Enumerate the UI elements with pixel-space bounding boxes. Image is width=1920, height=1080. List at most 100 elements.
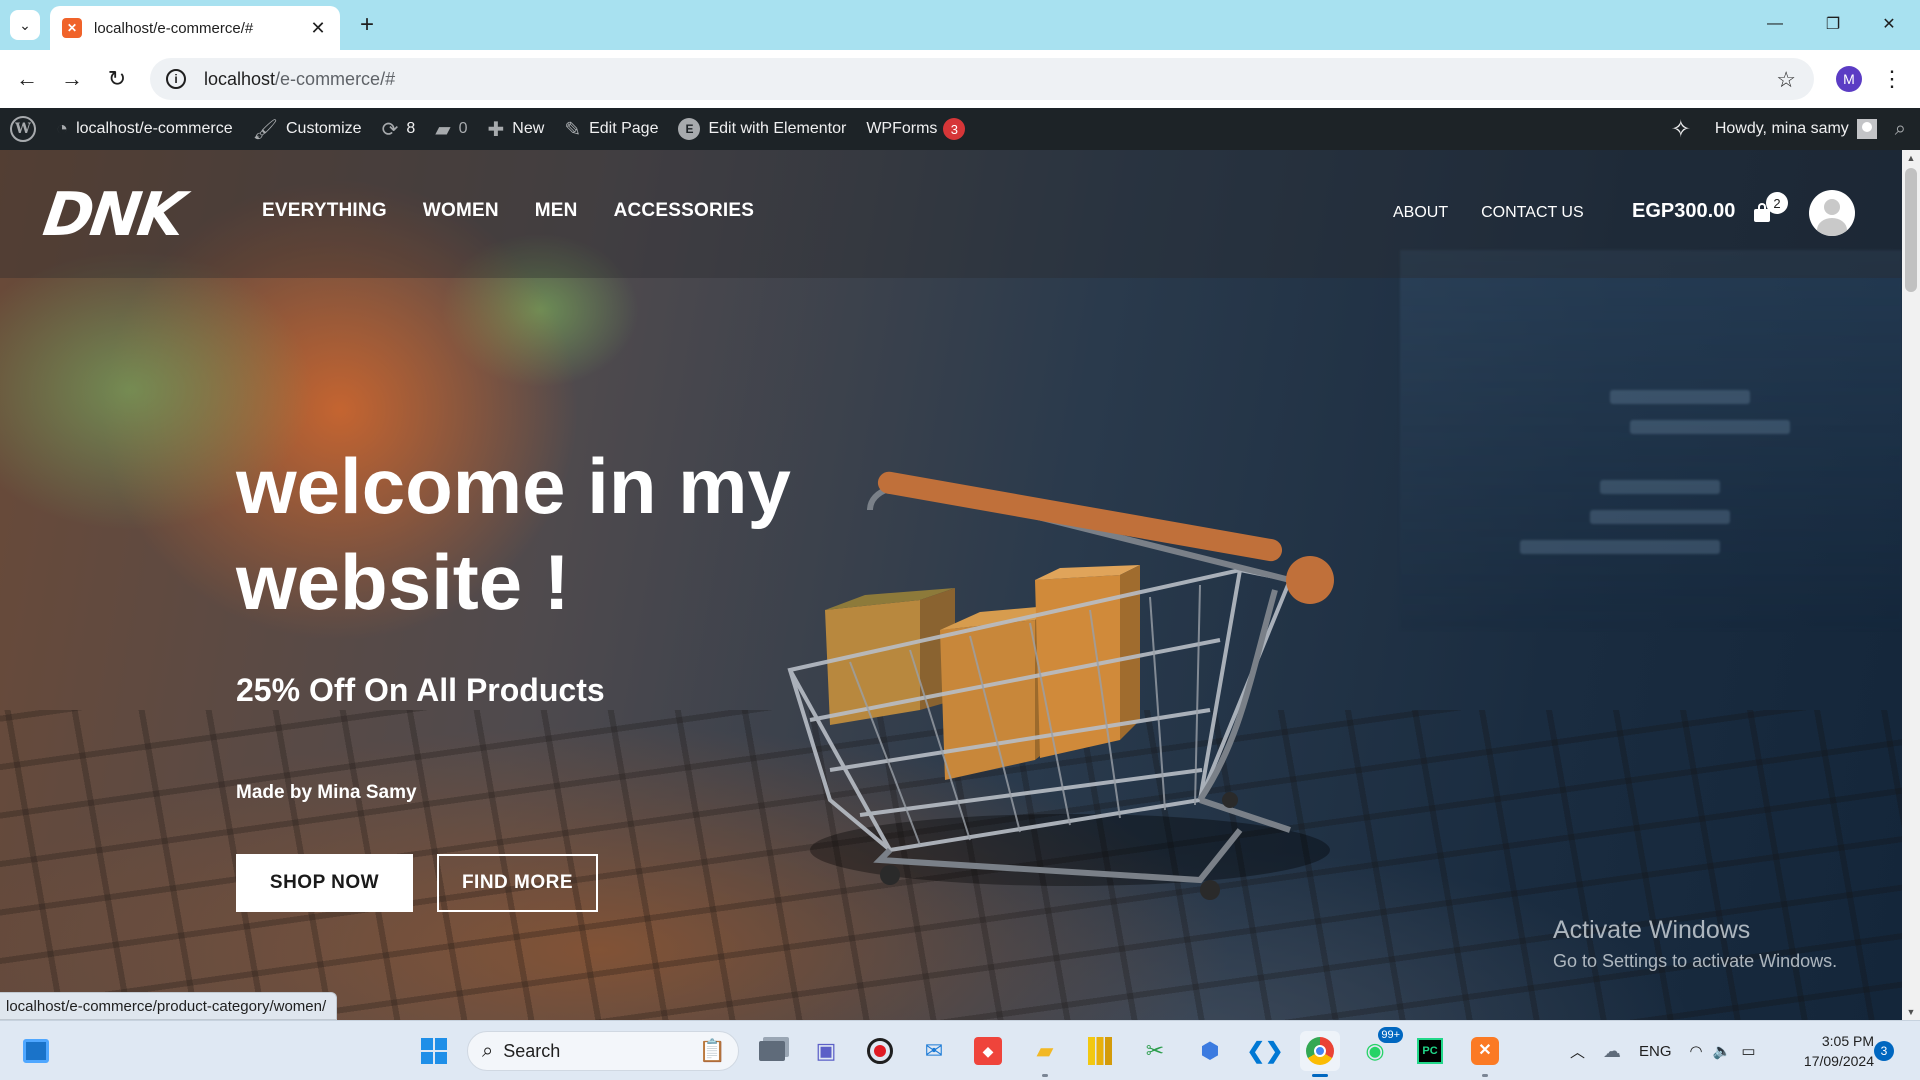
restore-button[interactable]: ❐ bbox=[1810, 8, 1856, 40]
nav-contact-us[interactable]: CONTACT US bbox=[1481, 204, 1584, 222]
url-path: /e-commerce/# bbox=[275, 68, 396, 89]
edit-page-link[interactable]: ✎ Edit Page bbox=[554, 108, 668, 150]
ai-sparkle-icon[interactable]: ✧ bbox=[1671, 115, 1691, 144]
user-account-avatar[interactable] bbox=[1809, 190, 1855, 236]
tab-close-icon[interactable]: ✕ bbox=[308, 18, 328, 39]
snipping-tool-icon[interactable]: ✂ bbox=[1135, 1031, 1175, 1071]
nav-women[interactable]: WOMEN bbox=[423, 200, 499, 222]
mail-icon[interactable]: ✉ bbox=[914, 1031, 954, 1071]
wpforms-badge: 3 bbox=[943, 118, 966, 140]
secondary-navigation: ABOUT CONTACT US bbox=[1393, 204, 1617, 222]
wpforms-label: WPForms bbox=[866, 120, 938, 137]
hero-title: welcome in my website ! bbox=[236, 442, 791, 626]
close-window-button[interactable]: ✕ bbox=[1866, 8, 1912, 40]
howdy-label[interactable]: Howdy, mina samy bbox=[1715, 120, 1849, 138]
chrome-icon[interactable] bbox=[1300, 1031, 1340, 1077]
onedrive-cloud-icon[interactable]: ☁ bbox=[1603, 1041, 1621, 1062]
wp-admin-bar: W ◔ localhost/e-commerce 🖌 Customize ⟳ 8… bbox=[0, 108, 1920, 150]
forward-arrow-icon[interactable]: → bbox=[55, 62, 89, 96]
volume-icon[interactable]: 🔈 bbox=[1713, 1042, 1732, 1060]
nav-everything[interactable]: EVERYTHING bbox=[262, 200, 387, 222]
site-info-icon[interactable]: i bbox=[166, 69, 186, 89]
cart-count-badge: 2 bbox=[1766, 192, 1788, 214]
scroll-up-arrow-icon[interactable]: ▲ bbox=[1902, 150, 1920, 166]
taskbar-search[interactable]: ⌕ Search 📋 bbox=[467, 1031, 739, 1071]
nav-about[interactable]: ABOUT bbox=[1393, 204, 1448, 222]
dashboard-gauge-icon: ◔ bbox=[56, 117, 69, 140]
minimize-button[interactable]: — bbox=[1752, 8, 1798, 40]
admin-avatar[interactable] bbox=[1856, 119, 1877, 139]
elementor-icon: E bbox=[678, 118, 701, 140]
anydesk-icon[interactable]: ◆ bbox=[968, 1031, 1008, 1071]
hero-credit: Made by Mina Samy bbox=[236, 782, 417, 803]
new-tab-button[interactable]: + bbox=[352, 10, 382, 40]
plus-icon: ✚ bbox=[487, 118, 505, 141]
battery-icon[interactable]: ▭ bbox=[1741, 1042, 1755, 1060]
vscode-icon[interactable]: ❮❯ bbox=[1245, 1031, 1285, 1071]
browser-tab-active[interactable]: ✕ localhost/e-commerce/# ✕ bbox=[50, 6, 340, 50]
search-highlight-icon: 📋 bbox=[698, 1038, 726, 1063]
screen-recorder-icon[interactable] bbox=[860, 1031, 900, 1071]
updates-icon: ⟳ bbox=[381, 118, 399, 141]
pycharm-icon[interactable]: PC bbox=[1410, 1031, 1450, 1071]
browser-menu-icon[interactable]: ⋮ bbox=[1880, 64, 1904, 94]
system-tray: ︿ ☁ ENG ◠ 🔈 ▭ bbox=[1570, 1021, 1756, 1080]
whatsapp-badge: 99+ bbox=[1378, 1027, 1403, 1043]
cart-total[interactable]: EGP300.00 bbox=[1632, 200, 1735, 223]
find-more-button[interactable]: FIND MORE bbox=[437, 854, 598, 912]
windows-taskbar: ⌕ Search 📋 ▣ ✉ ◆ ▰ ✂ ⬢ ❮❯ ◉ 99+ PC ✕ ︿ ☁… bbox=[0, 1020, 1920, 1080]
profile-avatar-button[interactable]: M bbox=[1836, 66, 1862, 92]
tab-title: localhost/e-commerce/# bbox=[94, 19, 254, 37]
widgets-icon[interactable] bbox=[16, 1031, 56, 1071]
xampp-favicon-icon: ✕ bbox=[62, 18, 82, 38]
start-windows-icon[interactable] bbox=[414, 1031, 454, 1071]
show-hidden-icons-chevron-icon[interactable]: ︿ bbox=[1570, 1041, 1585, 1062]
wifi-icon[interactable]: ◠ bbox=[1690, 1042, 1703, 1060]
paintbrush-icon: 🖌 bbox=[252, 118, 278, 141]
scroll-down-arrow-icon[interactable]: ▼ bbox=[1902, 1004, 1920, 1020]
url-host: localhost bbox=[204, 68, 276, 89]
new-label: New bbox=[512, 120, 545, 137]
page-scrollbar[interactable]: ▲ ▼ bbox=[1902, 150, 1920, 1020]
search-label: Search bbox=[503, 1040, 561, 1061]
reload-icon[interactable]: ↻ bbox=[100, 62, 134, 96]
notification-badge[interactable]: 3 bbox=[1874, 1041, 1894, 1061]
taskbar-clock[interactable]: 3:05 PM 17/09/2024 bbox=[1790, 1031, 1874, 1071]
updates-count: 8 bbox=[406, 120, 416, 137]
virtualbox-icon[interactable]: ⬢ bbox=[1190, 1031, 1230, 1071]
activate-windows-watermark: Activate Windows Go to Settings to activ… bbox=[1553, 916, 1837, 972]
nav-accessories[interactable]: ACCESSORIES bbox=[614, 200, 755, 222]
site-logo[interactable]: DNK bbox=[39, 180, 186, 250]
comments-count: 0 bbox=[458, 120, 468, 137]
edit-with-elementor-link[interactable]: E Edit with Elementor bbox=[668, 108, 856, 150]
customize-link[interactable]: 🖌 Customize bbox=[243, 108, 372, 150]
tab-search-button[interactable]: ⌄ bbox=[10, 10, 40, 40]
watermark-title: Activate Windows bbox=[1553, 916, 1751, 944]
site-name-link[interactable]: ◔ localhost/e-commerce bbox=[46, 108, 243, 150]
new-content-link[interactable]: ✚ New bbox=[478, 108, 555, 150]
whatsapp-icon[interactable]: ◉ 99+ bbox=[1355, 1027, 1403, 1071]
edit-elementor-label: Edit with Elementor bbox=[708, 120, 847, 137]
task-view-icon[interactable] bbox=[752, 1031, 792, 1071]
updates-link[interactable]: ⟳ 8 bbox=[372, 108, 426, 150]
wp-logo-menu[interactable]: W bbox=[0, 108, 46, 150]
watermark-subtitle: Go to Settings to activate Windows. bbox=[1553, 951, 1838, 971]
scroll-thumb[interactable] bbox=[1905, 168, 1917, 292]
shop-now-button[interactable]: SHOP NOW bbox=[236, 854, 413, 912]
file-explorer-icon[interactable]: ▰ bbox=[1025, 1031, 1065, 1077]
comments-link[interactable]: ▰ 0 bbox=[425, 108, 477, 150]
power-bi-icon[interactable] bbox=[1080, 1031, 1120, 1071]
pencil-icon: ✎ bbox=[564, 118, 582, 141]
main-navigation: EVERYTHING WOMEN MEN ACCESSORIES bbox=[262, 200, 790, 222]
nav-men[interactable]: MEN bbox=[535, 200, 578, 222]
address-bar[interactable]: i localhost/e-commerce/# ☆ bbox=[150, 58, 1814, 100]
back-arrow-icon[interactable]: ← bbox=[10, 62, 44, 96]
wordpress-logo-icon: W bbox=[10, 116, 36, 142]
hero-section: DNK EVERYTHING WOMEN MEN ACCESSORIES ABO… bbox=[0, 150, 1902, 1020]
wpforms-link[interactable]: WPForms 3 bbox=[856, 108, 975, 150]
language-indicator[interactable]: ENG bbox=[1639, 1043, 1672, 1060]
bookmark-star-icon[interactable]: ☆ bbox=[1776, 67, 1796, 93]
teams-chat-icon[interactable]: ▣ bbox=[806, 1031, 846, 1071]
xampp-icon[interactable]: ✕ bbox=[1465, 1031, 1505, 1077]
admin-search-icon[interactable]: ⌕ bbox=[1895, 118, 1906, 141]
